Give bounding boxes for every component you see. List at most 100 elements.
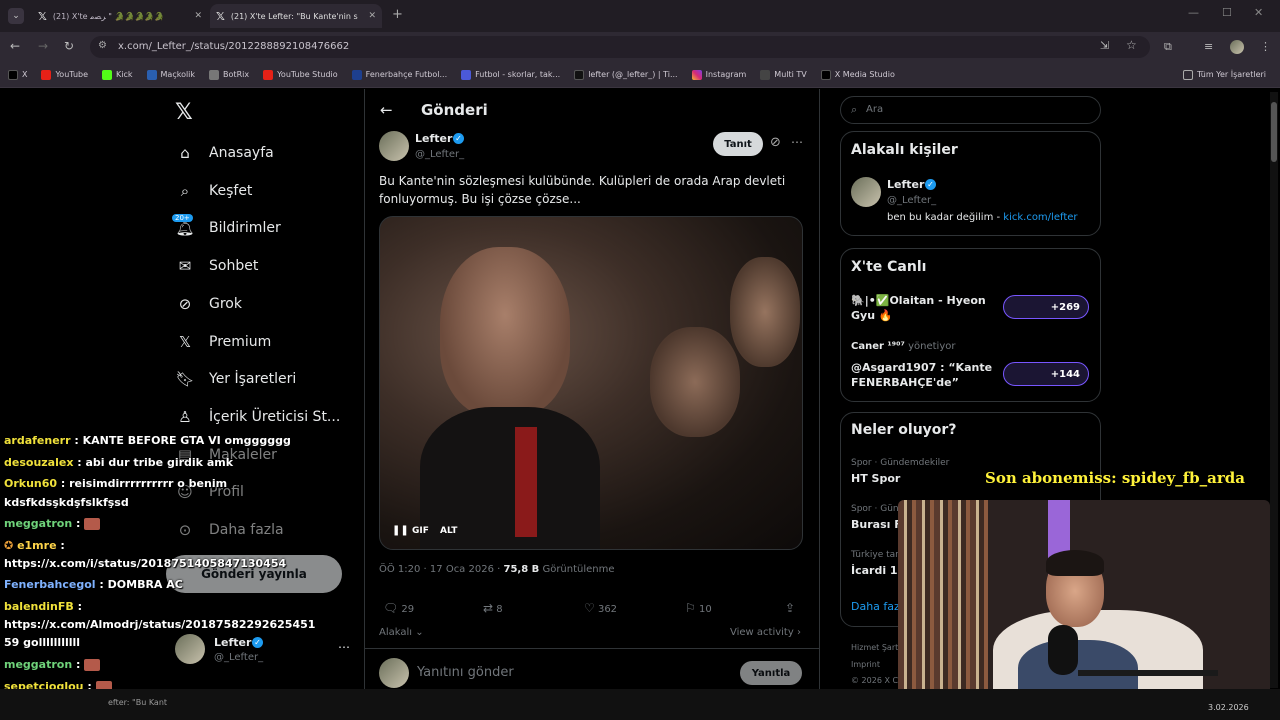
more-icon: ⊙: [178, 521, 192, 539]
bookmark-kick[interactable]: Kick: [102, 69, 133, 80]
trend-name[interactable]: İcardi 1: [851, 564, 898, 577]
verified-icon: ✓: [252, 637, 263, 648]
back-arrow-icon[interactable]: ←: [380, 101, 393, 119]
view-activity-link[interactable]: View activity ›: [730, 627, 801, 638]
browser-tab-1[interactable]: 𝕏 (21) X'te ﺮﺼﻣ " 🐊🐊🐊🐊🐊 ✕: [32, 4, 208, 28]
listener-badge[interactable]: +144: [1003, 362, 1089, 386]
sidebar-item-home[interactable]: ⌂ Anasayfa: [175, 143, 273, 163]
sidebar-item-bookmarks[interactable]: 🔖︎ Yer İşaretleri: [175, 369, 296, 389]
chat-message: Orkun60 : reisimdirrrrrrrrrr o benim: [4, 477, 228, 490]
person-figure: [730, 257, 800, 367]
bookmark-multitv[interactable]: Multi TV: [760, 69, 807, 80]
crown-icon: ✪: [4, 539, 14, 552]
sidebar-item-chat[interactable]: ✉ Sohbet: [175, 256, 259, 276]
verified-icon: ✓: [453, 133, 464, 144]
bookmark-action[interactable]: ⚐ 10: [685, 601, 712, 615]
bio-link[interactable]: kick.com/lefter: [1003, 212, 1077, 223]
more-icon[interactable]: ⋯: [338, 640, 350, 654]
url-text: x.com/_Lefter_/status/201228889210847666…: [118, 41, 350, 52]
trend-name[interactable]: HT Spor: [851, 472, 900, 485]
bookmark-botrix[interactable]: BotRix: [209, 69, 249, 80]
view-count: 75,8 B: [503, 564, 540, 575]
related-dropdown[interactable]: Alakalı ⌄: [379, 627, 424, 638]
sidebar-item-more[interactable]: ⊙ Daha fazla: [175, 520, 284, 540]
post-text: Bu Kante'nin sözleşmesi kulübünde. Kulüp…: [379, 174, 786, 206]
x-logo-icon: 𝕏: [216, 9, 225, 23]
forward-icon[interactable]: →: [38, 39, 48, 53]
retweet-action[interactable]: ⇄ 8: [483, 601, 503, 615]
author-handle: @_Lefter_: [415, 149, 465, 160]
search-placeholder: Ara: [866, 104, 884, 115]
mail-icon: ✉: [178, 257, 192, 275]
youtube-studio-icon: [263, 69, 274, 80]
live-item[interactable]: 🐘|•✅Olaitan - Hyeon Gyu 🔥: [851, 293, 996, 323]
x-icon: [820, 69, 831, 80]
x-logo-icon: 𝕏: [38, 9, 47, 23]
close-window-icon[interactable]: ✕: [1254, 6, 1263, 19]
media-icon[interactable]: ≡: [1204, 40, 1213, 53]
sidebar-item-explore[interactable]: ⌕ Keşfet: [175, 181, 253, 201]
alt-badge[interactable]: ALT: [440, 526, 457, 536]
menu-icon[interactable]: ⋮: [1260, 40, 1271, 53]
person-name[interactable]: Lefter: [887, 178, 924, 191]
grok-icon[interactable]: ⊘: [770, 135, 781, 150]
reload-icon[interactable]: ↻: [64, 39, 74, 53]
multitv-icon: [760, 69, 771, 80]
close-icon[interactable]: ✕: [194, 11, 202, 21]
taskbar-window-title[interactable]: efter: "Bu Kant: [108, 698, 167, 707]
close-icon[interactable]: ✕: [368, 11, 376, 21]
promote-button[interactable]: Tanıt: [713, 132, 763, 156]
extensions-icon[interactable]: ⧉: [1164, 40, 1172, 54]
account-switcher[interactable]: Lefter ✓ @_Lefter_ ⋯: [172, 632, 358, 672]
bookmark-all[interactable]: Tüm Yer İşaretleri: [1182, 69, 1266, 80]
bookmark-mackolik[interactable]: Maçkolik: [146, 69, 195, 80]
reply-input[interactable]: Yanıtını gönder: [417, 665, 514, 680]
minimize-icon[interactable]: —: [1188, 6, 1199, 19]
x-logo[interactable]: 𝕏: [175, 100, 193, 125]
avatar[interactable]: [851, 177, 881, 207]
live-title: X'te Canlı: [851, 259, 927, 275]
live-item[interactable]: @Asgard1907 : “Kante FENERBAHÇE'de”: [851, 360, 996, 390]
site-info-icon[interactable]: ⚙: [98, 40, 107, 51]
like-action[interactable]: ♡ 362: [584, 601, 617, 615]
sidebar-item-grok[interactable]: ⊘ Grok: [175, 294, 242, 314]
search-input[interactable]: ⌕ Ara: [840, 96, 1101, 124]
chat-message: 59 golllllllllll: [4, 636, 81, 649]
pause-icon[interactable]: ❚❚: [392, 525, 409, 536]
post-media-gif[interactable]: ❚❚ GIF ALT: [379, 216, 803, 550]
new-tab-icon[interactable]: +: [392, 7, 403, 22]
scrollbar-thumb[interactable]: [1271, 102, 1277, 162]
tab-list-chevron-icon[interactable]: ⌄: [8, 8, 24, 24]
more-icon[interactable]: ⋯: [791, 135, 803, 149]
browser-tab-2[interactable]: 𝕏 (21) X'te Lefter: "Bu Kante'nin s ✕: [210, 4, 382, 28]
address-bar[interactable]: ⚙ x.com/_Lefter_/status/2012288892108476…: [90, 36, 1150, 58]
retweet-icon: ⇄: [483, 601, 494, 615]
bookmark-x[interactable]: X: [8, 69, 27, 80]
share-icon[interactable]: ⇪: [785, 601, 795, 615]
reply-button[interactable]: Yanıtla: [740, 661, 802, 685]
maximize-icon[interactable]: ☐: [1222, 6, 1232, 19]
back-icon[interactable]: ←: [10, 39, 20, 53]
tab-title: (21) X'te Lefter: "Bu Kante'nin s: [230, 11, 358, 21]
author-name[interactable]: Lefter: [415, 132, 452, 145]
chat-message: Fenerbahcegol : DOMBRA AC: [4, 578, 183, 591]
search-icon: ⌕: [851, 103, 858, 116]
profile-avatar[interactable]: [1230, 40, 1244, 54]
sidebar-item-premium[interactable]: 𝕏 Premium: [175, 332, 271, 352]
bookmark-fenerbahce[interactable]: Fenerbahçe Futbol...: [351, 69, 447, 80]
bookmark-youtube-studio[interactable]: YouTube Studio: [263, 69, 338, 80]
scrollbar[interactable]: [1270, 92, 1278, 688]
listener-badge[interactable]: +269: [1003, 295, 1089, 319]
bookmark-x-media-studio[interactable]: X Media Studio: [820, 69, 895, 80]
star-icon[interactable]: ☆: [1126, 38, 1137, 52]
sidebar-item-creator-studio[interactable]: ♙ İçerik Üreticisi St...: [175, 407, 340, 427]
bookmark-tiktok[interactable]: lefter (@_lefter_) | Ti...: [574, 69, 678, 80]
bookmark-instagram[interactable]: Instagram: [691, 69, 746, 80]
footer-link[interactable]: Imprint: [851, 660, 880, 669]
author-avatar[interactable]: [379, 131, 409, 161]
bookmark-futbol[interactable]: Futbol - skorlar, tak...: [461, 69, 560, 80]
reply-action[interactable]: 🗨︎ 29: [383, 601, 414, 615]
install-icon[interactable]: ⇲: [1100, 39, 1109, 52]
bookmark-youtube[interactable]: YouTube: [41, 69, 88, 80]
chat-message: desouzalex : abi dur tribe girdik amk: [4, 456, 234, 469]
